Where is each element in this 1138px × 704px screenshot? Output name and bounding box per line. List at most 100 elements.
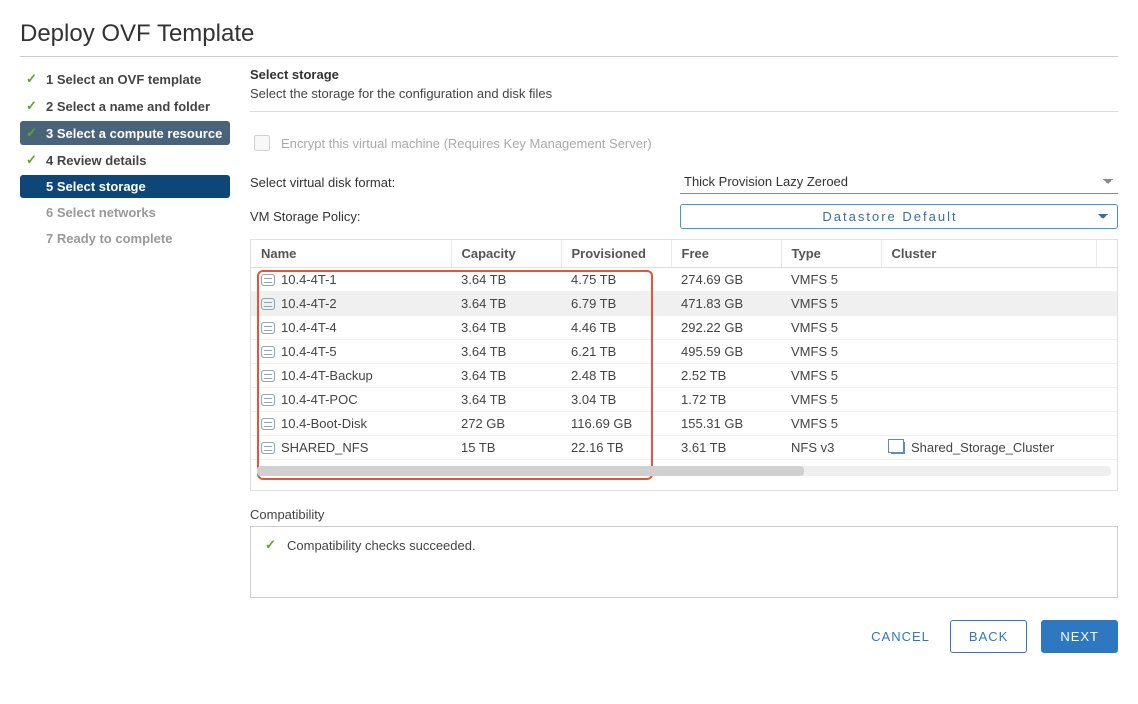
wizard-sidebar: ✓1 Select an OVF template✓2 Select a nam… [20, 67, 230, 653]
horizontal-scrollbar[interactable] [257, 466, 1111, 476]
compatibility-label: Compatibility [250, 507, 1118, 522]
cell-cluster [881, 268, 1097, 292]
datastore-icon [261, 298, 275, 310]
col-name[interactable]: Name [251, 240, 451, 268]
compatibility-box: ✓ Compatibility checks succeeded. [250, 526, 1118, 598]
disk-format-select[interactable]: Thick Provision Lazy Zeroed [680, 170, 1118, 194]
cell-free: 155.31 GB [671, 412, 781, 436]
datastore-icon [261, 322, 275, 334]
cell-spacer [1097, 412, 1118, 436]
step-1[interactable]: ✓ 1 Select an OVF template [20, 67, 230, 91]
datastore-icon [261, 418, 275, 430]
cell-cluster [881, 412, 1097, 436]
datastore-name: 10.4-4T-Backup [281, 368, 373, 383]
cell-free: 471.83 GB [671, 292, 781, 316]
next-button[interactable]: NEXT [1041, 620, 1118, 653]
cell-provisioned: 2.48 TB [561, 364, 671, 388]
step-label: 3 Select a compute resource [46, 126, 222, 141]
datastore-name: 10.4-4T-4 [281, 320, 337, 335]
step-label: 4 Review details [46, 153, 146, 168]
step-2[interactable]: ✓2 Select a name and folder [20, 94, 230, 118]
cell-capacity: 3.64 TB [451, 268, 561, 292]
cluster-icon [891, 442, 905, 454]
cell-capacity: 3.64 TB [451, 316, 561, 340]
step-label: 6 Select networks [46, 205, 156, 220]
check-icon: ✓ [26, 71, 40, 87]
cancel-button[interactable]: CANCEL [865, 628, 936, 645]
cell-provisioned: 116.69 GB [561, 412, 671, 436]
check-icon: ✓ [26, 125, 40, 141]
cell-spacer [1097, 316, 1118, 340]
step-label: 2 Select a name and folder [46, 99, 210, 114]
col-free[interactable]: Free [671, 240, 781, 268]
table-row[interactable]: 10.4-4T-Backup 3.64 TB2.48 TB2.52 TBVMFS … [251, 364, 1117, 388]
datastore-name: SHARED_NFS [281, 440, 368, 455]
back-button[interactable]: BACK [950, 620, 1027, 653]
step-list: ✓1 Select an OVF template✓2 Select a nam… [20, 67, 230, 250]
cluster-name: Shared_Storage_Cluster [911, 440, 1054, 455]
cell-spacer [1097, 268, 1118, 292]
vm-policy-select[interactable]: Datastore Default [680, 204, 1118, 229]
col-type[interactable]: Type [781, 240, 881, 268]
cell-cluster [881, 364, 1097, 388]
encrypt-label: Encrypt this virtual machine (Requires K… [281, 136, 652, 151]
col-provisioned[interactable]: Provisioned [561, 240, 671, 268]
cell-type: NFS v3 [781, 436, 881, 460]
cell-free: 1.72 TB [671, 388, 781, 412]
step-label: 1 Select an OVF template [46, 72, 201, 87]
datastore-icon [261, 442, 275, 454]
check-icon: ✓ [26, 152, 40, 168]
step-3[interactable]: ✓ 3 Select a compute resource [20, 121, 230, 145]
cell-capacity: 3.64 TB [451, 364, 561, 388]
cell-spacer [1097, 388, 1118, 412]
cell-free: 495.59 GB [671, 340, 781, 364]
cell-cluster: Shared_Storage_Cluster [881, 436, 1097, 460]
encrypt-option: Encrypt this virtual machine (Requires K… [250, 132, 1118, 154]
cell-type: VMFS 5 [781, 388, 881, 412]
cell-type: VMFS 5 [781, 364, 881, 388]
step-4[interactable]: ✓ 4 Review details [20, 148, 230, 172]
table-row[interactable]: 10.4-4T-13.64 TB4.75 TB274.69 GBVMFS 5 [251, 268, 1117, 292]
vm-policy-label: VM Storage Policy: [250, 209, 680, 224]
col-capacity[interactable]: Capacity [451, 240, 561, 268]
cell-type: VMFS 5 [781, 412, 881, 436]
datastore-icon [261, 274, 275, 286]
datastore-name: 10.4-4T-POC [281, 392, 358, 407]
cell-provisioned: 6.21 TB [561, 340, 671, 364]
cell-free: 274.69 GB [671, 268, 781, 292]
section-desc: Select the storage for the configuration… [250, 86, 1118, 101]
datastore-table: Name Capacity Provisioned Free Type Clus… [251, 240, 1117, 460]
datastore-name: 10.4-4T-1 [281, 272, 337, 287]
cell-spacer [1097, 292, 1118, 316]
cell-cluster [881, 388, 1097, 412]
datastore-icon [261, 394, 275, 406]
cell-free: 2.52 TB [671, 364, 781, 388]
datastore-tbody: 10.4-4T-13.64 TB4.75 TB274.69 GBVMFS 510… [251, 268, 1117, 460]
cell-free: 292.22 GB [671, 316, 781, 340]
datastore-icon [261, 370, 275, 382]
table-row[interactable]: 10.4-4T-POC3.64 TB3.04 TB1.72 TBVMFS 5 [251, 388, 1117, 412]
table-row[interactable]: SHARED_NFS 15 TB22.16 TB3.61 TBNFS v3 Shar… [251, 436, 1117, 460]
cell-spacer [1097, 364, 1118, 388]
table-row[interactable]: 10.4-4T-43.64 TB4.46 TB292.22 GBVMFS 5 [251, 316, 1117, 340]
datastore-table-wrap: Name Capacity Provisioned Free Type Clus… [250, 239, 1118, 491]
table-row[interactable]: 10.4-4T-23.64 TB6.79 TB471.83 GBVMFS 5 [251, 292, 1117, 316]
datastore-icon [261, 346, 275, 358]
cell-cluster [881, 292, 1097, 316]
datastore-name: 10.4-4T-2 [281, 296, 337, 311]
cell-provisioned: 22.16 TB [561, 436, 671, 460]
cell-capacity: 3.64 TB [451, 388, 561, 412]
cell-free: 3.61 TB [671, 436, 781, 460]
datastore-name: 10.4-4T-5 [281, 344, 337, 359]
col-cluster[interactable]: Cluster [881, 240, 1097, 268]
datastore-name: 10.4-Boot-Disk [281, 416, 367, 431]
cell-capacity: 15 TB [451, 436, 561, 460]
step-5: 5 Select storage [20, 175, 230, 198]
cell-spacer [1097, 340, 1118, 364]
cell-type: VMFS 5 [781, 316, 881, 340]
table-row[interactable]: 10.4-Boot-Disk272 GB116.69 GB155.31 GBVM… [251, 412, 1117, 436]
cell-provisioned: 4.75 TB [561, 268, 671, 292]
col-spacer [1097, 240, 1118, 268]
table-row[interactable]: 10.4-4T-53.64 TB6.21 TB495.59 GBVMFS 5 [251, 340, 1117, 364]
step-7: 7 Ready to complete [20, 227, 230, 250]
